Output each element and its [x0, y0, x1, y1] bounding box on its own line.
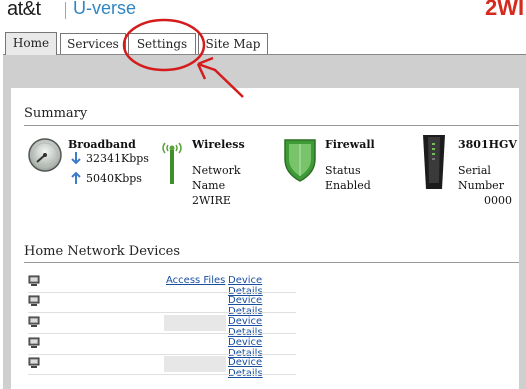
annotation-overlay — [122, 18, 244, 98]
annotation-arrow-shaft — [197, 62, 244, 98]
annotation-circle — [122, 18, 206, 72]
